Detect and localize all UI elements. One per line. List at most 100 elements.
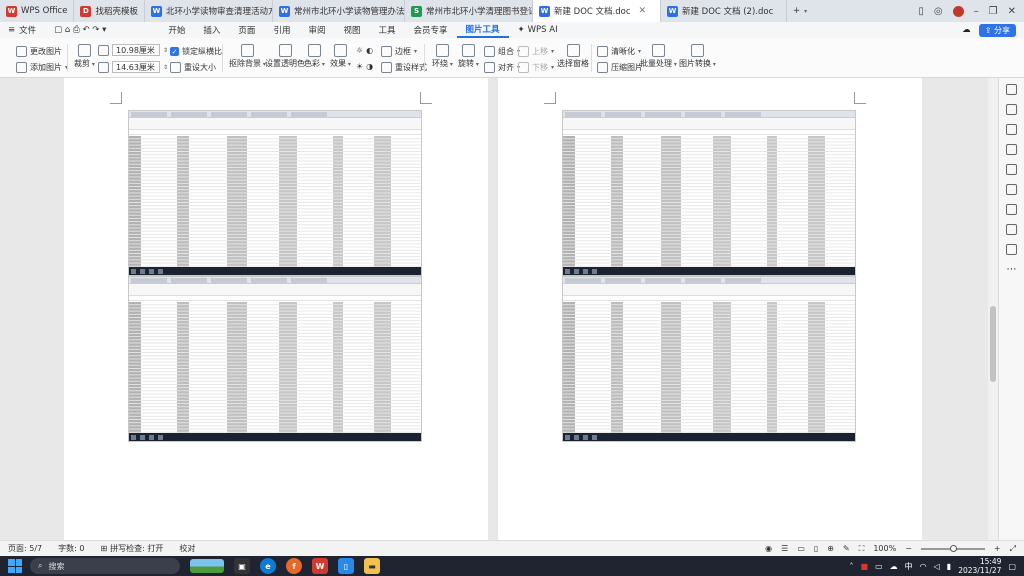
tab-spreadsheet[interactable]: S 常州市北环小学清理图书登记表20 [405,0,533,22]
chevron-up-icon[interactable]: ˄ [850,562,854,571]
tab-new-doc-2[interactable]: W 新建 DOC 文档 (2).doc [661,0,787,22]
reset-style-button[interactable]: 重设样式 [381,62,427,73]
convert-picture-button[interactable]: 图片转换 ▾ [679,44,716,69]
screenshot-image[interactable] [562,276,856,442]
menu-member[interactable]: 会员专享 [405,22,457,38]
tablet-app-icon[interactable]: ▯ [338,558,354,574]
display-icon[interactable]: ▭ [875,562,883,571]
close-window-icon[interactable]: ✕ [1008,6,1016,17]
web-view-icon[interactable]: ⊕ [827,544,834,553]
bring-forward-button[interactable]: 上移 ▾ [518,46,554,57]
document-area[interactable] [0,78,988,540]
screenshot-image[interactable] [128,110,422,276]
menu-insert[interactable]: 插入 [194,22,229,38]
firefox-icon[interactable]: f [286,558,302,574]
scrollbar-thumb[interactable] [990,306,996,382]
taskbar-search[interactable]: ⌕ 搜索 [30,558,180,574]
layout-icon[interactable]: ▯ [918,6,924,17]
tone-icon[interactable]: ◑ [366,62,373,71]
task-view-icon[interactable]: ▣ [234,558,250,574]
height-field[interactable]: 14.63厘米 [112,61,160,73]
selection-pane-button[interactable]: 选择窗格 [557,44,589,69]
translate-icon[interactable] [1006,224,1017,235]
wifi-icon[interactable]: ◠ [920,562,927,571]
proofread-button[interactable]: 校对 [171,543,203,554]
width-field[interactable]: 10.98厘米 [112,44,160,56]
windows-start-icon[interactable] [8,559,22,573]
settings-sliders-icon[interactable] [1006,144,1017,155]
page-indicator[interactable]: 页面: 5/7 [0,543,50,554]
fit-window-icon[interactable]: ⤢ [1010,544,1016,554]
wps-tray-icon[interactable]: ■ [861,562,869,571]
tab-wps-office[interactable]: W WPS Office [0,0,75,22]
pointer-icon[interactable] [1006,104,1017,115]
vertical-scrollbar[interactable] [988,78,998,540]
edit-icon[interactable] [1006,124,1017,135]
menu-references[interactable]: 引用 [264,22,299,38]
change-picture-button[interactable]: 更改图片 [16,46,62,57]
help-icon[interactable] [1006,244,1017,255]
align-button[interactable]: 对齐 ▾ [484,62,520,73]
border-button[interactable]: 边框 ▾ [381,46,417,57]
set-transparent-button[interactable]: 设置透明色 [265,44,305,69]
remove-background-button[interactable]: 抠除背景 ▾ [229,44,266,69]
restore-icon[interactable]: ❐ [989,6,998,17]
wrap-button[interactable]: 环绕 ▾ [432,44,453,69]
menu-page[interactable]: 页面 [229,22,264,38]
chinese-input-icon[interactable]: 中 [905,561,913,572]
skin-icon[interactable]: ◎ [934,6,943,17]
crop-button[interactable]: 裁剪 ▾ [74,44,95,69]
zoom-slider[interactable] [920,544,985,552]
file-explorer-icon[interactable]: ▬ [364,558,380,574]
page-right[interactable] [498,78,922,540]
menu-wps-ai[interactable]: ✦ WPS AI [509,22,567,38]
tab-document-1[interactable]: W 北环小学读物审查清理活动方案202 [145,0,273,22]
word-count[interactable]: 字数: 0 [50,543,92,554]
battery-icon[interactable]: ▮ [947,562,951,571]
notification-icon[interactable]: ▢ [1008,562,1016,571]
tab-document-2[interactable]: W 常州市北环小学读物管理办法.doc [273,0,405,22]
eye-protection-icon[interactable]: ◉ [765,544,772,553]
width-stepper[interactable]: ⇕ [163,47,168,54]
close-icon[interactable]: ✕ [639,6,647,16]
contrast-icon[interactable]: ◐ [366,46,373,55]
cloud-icon[interactable]: ☁ [962,25,971,35]
tab-new-doc[interactable]: W 新建 DOC 文档.doc ✕ [532,0,661,22]
screenshot-image[interactable] [128,276,422,442]
send-backward-button[interactable]: 下移 ▾ [518,62,554,73]
add-picture-button[interactable]: 添加图片 ▾ [16,62,68,73]
undo-toolbar[interactable]: ▢ ⌂ ⎙ ↶ ↷ ▾ [45,22,115,38]
edge-icon[interactable]: e [260,558,276,574]
batch-process-button[interactable]: 批量处理 ▾ [640,44,677,69]
sidebar-toggle-icon[interactable] [1006,84,1017,95]
reading-view-icon[interactable]: ▯ [814,544,818,553]
file-menu[interactable]: ≡ 文件 [0,22,45,38]
menu-review[interactable]: 审阅 [299,22,334,38]
spell-check-status[interactable]: ⊞ 拼写检查: 打开 [92,543,171,554]
group-button[interactable]: 组合 ▾ [484,46,520,57]
menu-tools[interactable]: 工具 [369,22,404,38]
height-stepper[interactable]: ⇕ [163,64,168,71]
page-left[interactable] [64,78,488,540]
menu-home[interactable]: 开始 [159,22,194,38]
cloud-tray-icon[interactable]: ☁ [890,562,898,571]
brightness-icon[interactable]: ☼ [356,46,363,55]
menu-view[interactable]: 视图 [334,22,369,38]
screenshot-image[interactable] [562,110,856,276]
sharpen-button[interactable]: 清晰化 ▾ [597,46,641,57]
lock-ratio-checkbox[interactable]: ✓ 锁定纵横比 [170,46,222,57]
layout-icon[interactable] [1006,204,1017,215]
fullscreen-icon[interactable]: ⛶ [859,544,865,554]
format-icon[interactable] [1006,164,1017,175]
page-view-icon[interactable]: ▭ [797,544,805,553]
wps-taskbar-icon[interactable]: W [312,558,328,574]
pen-icon[interactable]: ✎ [843,544,850,553]
share-button[interactable]: ⇪ 分享 [978,23,1016,37]
effects-button[interactable]: 效果 ▾ [330,44,351,69]
zoom-in-icon[interactable]: + [994,544,1001,553]
rotate-button[interactable]: 旋转 ▾ [458,44,479,69]
compress-button[interactable]: 压缩图片 [597,62,643,73]
zoom-slider-knob[interactable] [949,544,957,552]
zoom-level[interactable]: 100% [873,544,896,553]
color-button[interactable]: 色彩 ▾ [304,44,325,69]
